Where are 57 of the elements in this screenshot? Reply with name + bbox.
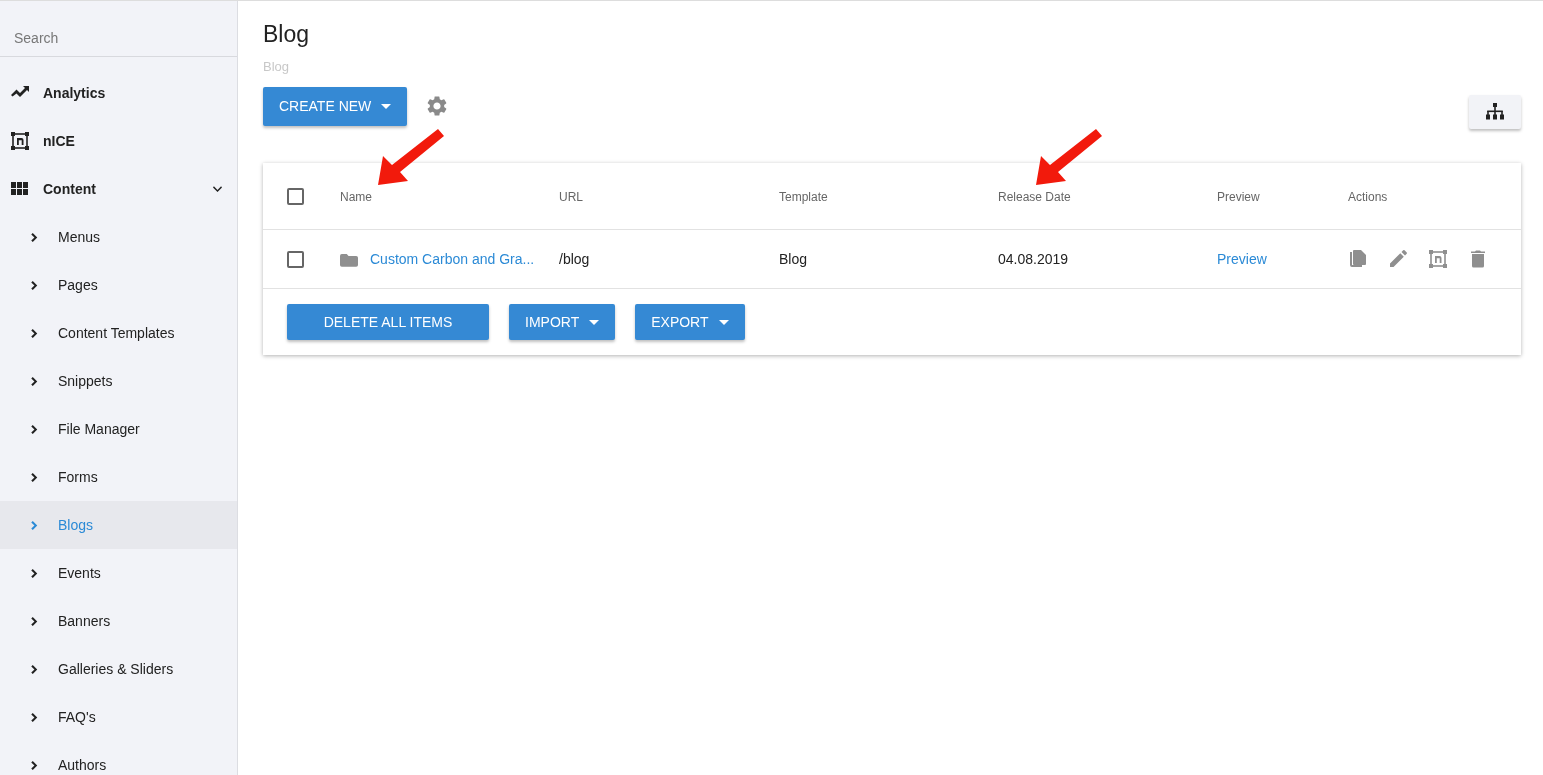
url-cell: /blog [559, 251, 590, 267]
release-date-cell: 04.08.2019 [998, 251, 1069, 267]
column-header[interactable]: Preview [1217, 189, 1260, 204]
chevron-right-icon [31, 328, 38, 338]
template-cell: Blog [779, 251, 808, 267]
chevron-right-icon [31, 424, 38, 434]
copy-icon[interactable] [1348, 249, 1368, 269]
chevron-right-icon [31, 712, 38, 722]
column-header[interactable]: Actions [1348, 189, 1388, 204]
sitemap-icon [1485, 103, 1505, 121]
checkbox[interactable] [287, 187, 304, 205]
nav-item[interactable]: Snippets [0, 357, 237, 405]
chevron-right-icon [31, 568, 38, 578]
chevron-right-icon [31, 232, 38, 242]
edit-icon[interactable] [1388, 249, 1408, 269]
chevron-right-icon [31, 760, 38, 770]
nav-item[interactable]: Content Templates [0, 309, 237, 357]
column-header[interactable]: Release Date [998, 189, 1071, 204]
item-name-link[interactable]: Custom Carbon and Gra... [370, 251, 535, 267]
column-header[interactable]: URL [559, 189, 583, 204]
nav-item[interactable]: Banners [0, 597, 237, 645]
trash-icon[interactable] [1468, 249, 1488, 269]
nav-item[interactable]: Analytics [0, 69, 237, 117]
chevron-right-icon [31, 520, 38, 530]
folder-icon [340, 251, 358, 267]
column-header[interactable]: Template [779, 189, 828, 204]
chevron-right-icon [31, 472, 38, 482]
footer-button[interactable]: DELETE ALL ITEMS [287, 304, 489, 340]
nav-item[interactable]: Events [0, 549, 237, 597]
nav-item[interactable]: File Manager [0, 405, 237, 453]
nav-item[interactable]: Galleries & Sliders [0, 645, 237, 693]
sitemap-button[interactable] [1469, 95, 1521, 129]
nav-item[interactable]: Menus [0, 213, 237, 261]
nav-item[interactable]: Forms [0, 453, 237, 501]
checkbox[interactable] [287, 250, 304, 268]
search-field[interactable]: Search [14, 30, 223, 46]
n-box-icon[interactable] [1428, 249, 1448, 269]
footer-button[interactable]: IMPORT [509, 304, 616, 340]
footer-button[interactable]: EXPORT [635, 304, 745, 340]
chevron-right-icon [31, 616, 38, 626]
caret-icon [718, 319, 729, 325]
nav-item[interactable]: nICE [0, 117, 237, 165]
preview-link[interactable]: Preview [1217, 251, 1267, 267]
n-box-icon [10, 131, 30, 151]
caret-icon [381, 103, 392, 109]
create-new-button[interactable]: CREATE NEW [263, 86, 408, 126]
chevron-right-icon [31, 376, 38, 386]
nav-item[interactable]: Content [0, 165, 237, 213]
chevron-down-icon[interactable] [213, 185, 222, 193]
nav-item[interactable]: Pages [0, 261, 237, 309]
caret-icon [589, 319, 600, 325]
chevron-right-icon [31, 280, 38, 290]
nav-item[interactable]: FAQ's [0, 693, 237, 741]
chevron-right-icon [31, 664, 38, 674]
nav-item[interactable]: Authors [0, 741, 237, 775]
page-title: Blog [263, 21, 310, 47]
column-header[interactable]: Name [340, 189, 372, 204]
